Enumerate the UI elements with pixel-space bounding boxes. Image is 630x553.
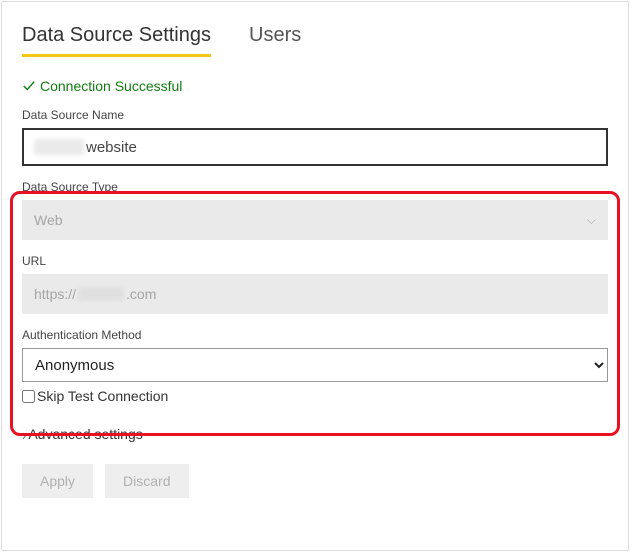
redacted-text — [34, 139, 84, 155]
advanced-settings-label: Advanced settings — [28, 426, 142, 442]
check-icon — [22, 79, 36, 93]
apply-button[interactable]: Apply — [22, 464, 93, 498]
redacted-text — [78, 287, 124, 301]
url-input: https:// .com — [22, 274, 608, 314]
url-prefix: https:// — [34, 286, 76, 302]
connection-status-text: Connection Successful — [40, 78, 182, 94]
chevron-right-icon: › — [22, 425, 26, 443]
type-value: Web — [34, 212, 63, 228]
tab-data-source-settings[interactable]: Data Source Settings — [22, 18, 211, 55]
url-label: URL — [22, 254, 608, 268]
tab-users[interactable]: Users — [249, 18, 301, 55]
skip-test-connection-checkbox[interactable] — [22, 390, 35, 403]
type-label: Data Source Type — [22, 180, 608, 194]
connection-status: Connection Successful — [22, 78, 608, 94]
data-source-type-select: Web ⌵ — [22, 200, 608, 240]
discard-button[interactable]: Discard — [105, 464, 188, 498]
data-source-name-input[interactable]: website — [22, 128, 608, 166]
settings-panel: Data Source Settings Users Connection Su… — [1, 1, 629, 551]
chevron-down-icon: ⌵ — [587, 213, 596, 228]
name-label: Data Source Name — [22, 108, 608, 122]
name-value-suffix: website — [86, 139, 137, 156]
advanced-settings-toggle[interactable]: › Advanced settings — [22, 426, 608, 442]
url-suffix: .com — [126, 286, 156, 302]
skip-test-connection-label: Skip Test Connection — [37, 388, 168, 404]
auth-label: Authentication Method — [22, 328, 608, 342]
tab-bar: Data Source Settings Users — [22, 18, 608, 56]
authentication-method-select[interactable]: Anonymous — [22, 348, 608, 382]
action-buttons: Apply Discard — [22, 464, 608, 498]
